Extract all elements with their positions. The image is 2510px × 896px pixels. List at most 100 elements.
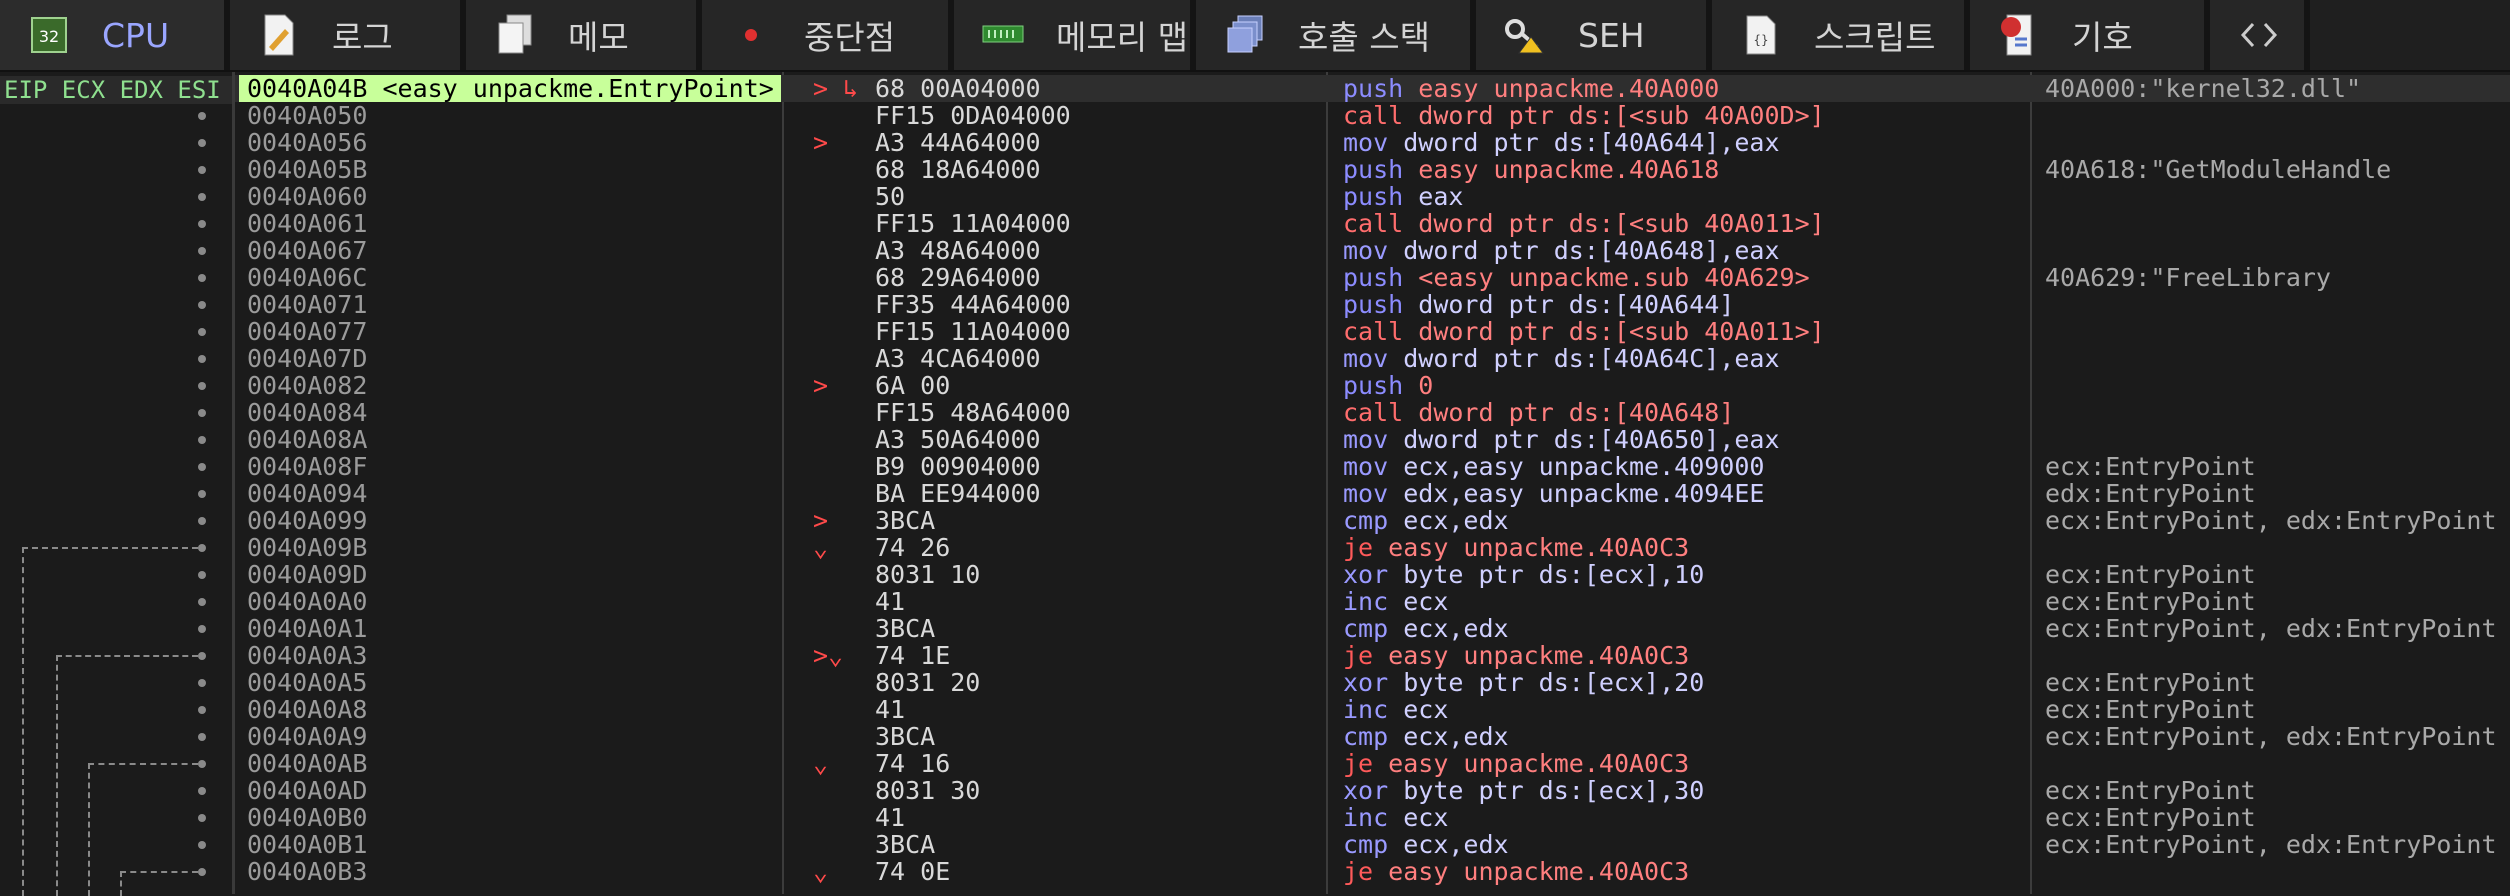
address-cell: 0040A061 [247, 210, 368, 237]
bp-gutter-dot[interactable] [198, 301, 206, 309]
bp-gutter-dot[interactable] [198, 571, 206, 579]
jump-line [120, 871, 198, 896]
disasm-row[interactable]: 0040A082 >6A 00 push 0 [235, 372, 2510, 399]
operands: dword ptr ds:[40A644],eax [1403, 129, 1780, 156]
bp-gutter-dot[interactable] [198, 409, 206, 417]
tab-breakpoint[interactable]: 중단점 [702, 0, 954, 70]
bp-gutter-dot[interactable] [198, 490, 206, 498]
bp-gutter-dot[interactable] [198, 544, 206, 552]
disasm-row[interactable]: 0040A0B3 ⌄ 74 0E je easy_unpackme.40A0C3 [235, 858, 2510, 885]
bp-gutter-dot[interactable] [198, 598, 206, 606]
disasm-row[interactable]: 0040A084 FF15 48A64000 call dword ptr ds:[… [235, 399, 2510, 426]
mnemonic: xor [1343, 669, 1389, 696]
tab-script[interactable]: {} 스크립트 [1712, 0, 1970, 70]
disasm-row[interactable]: 0040A08A A3 50A64000 mov dword ptr ds:[40A… [235, 426, 2510, 453]
disassembly-view[interactable]: EIP ECX EDX ESI 0040A04B <easy_unpackme.… [0, 72, 2510, 896]
disasm-row[interactable]: 0040A06C 68 29A64000 push <easy_unpackme.s… [235, 264, 2510, 291]
tab-label: 중단점 [804, 18, 896, 57]
bp-gutter-dot[interactable] [198, 112, 206, 120]
source-icon [2236, 12, 2282, 58]
bp-gutter-dot[interactable] [198, 517, 206, 525]
disasm-row[interactable]: 0040A077 FF15 11A04000 call dword ptr ds:[… [235, 318, 2510, 345]
disasm-row[interactable]: 0040A0A0 41 inc ecx ecx:EntryPoint [235, 588, 2510, 615]
disasm-row[interactable]: 0040A0AD 8031 30 xor byte ptr ds:[ecx],30 e… [235, 777, 2510, 804]
bp-gutter-dot[interactable] [198, 220, 206, 228]
disasm-row[interactable]: 0040A09B ⌄ 74 26 je easy_unpackme.40A0C3 [235, 534, 2510, 561]
disasm-row[interactable]: 0040A09D 8031 10 xor byte ptr ds:[ecx],10 e… [235, 561, 2510, 588]
bp-gutter-dot[interactable] [198, 652, 206, 660]
disasm-row[interactable]: 0040A061 FF15 11A04000 call dword ptr ds:[… [235, 210, 2510, 237]
bp-gutter-dot[interactable] [198, 355, 206, 363]
address-cell: 0040A084 [247, 399, 368, 426]
tab-log[interactable]: 로그 [230, 0, 466, 70]
tab-label: 기호 [2072, 18, 2133, 57]
tab-seh[interactable]: SEH [1476, 0, 1712, 70]
disasm-row[interactable]: 0040A067 A3 48A64000 mov dword ptr ds:[40A… [235, 237, 2510, 264]
bp-gutter-dot[interactable] [198, 139, 206, 147]
mnemonic: je [1343, 642, 1374, 669]
address-cell: 0040A0AB [247, 750, 368, 777]
operands: dword ptr ds:[40A64C],eax [1403, 345, 1780, 372]
operands: 0 [1418, 372, 1434, 399]
disasm-row[interactable]: 0040A099 >3BCA cmp ecx,edx ecx:EntryPoint, … [235, 507, 2510, 534]
bp-gutter-dot[interactable] [198, 166, 206, 174]
tab-call-stack[interactable]: 호출 스택 [1196, 0, 1476, 70]
disasm-row[interactable]: 0040A060 50 push eax [235, 183, 2510, 210]
bp-gutter-dot[interactable] [198, 193, 206, 201]
disasm-row[interactable]: 0040A0B0 41 inc ecx ecx:EntryPoint [235, 804, 2510, 831]
disasm-row[interactable]: 0040A0A9 3BCA cmp ecx,edx ecx:EntryPoint, e… [235, 723, 2510, 750]
tab-notes[interactable]: 메모 [466, 0, 702, 70]
address-cell: 0040A0A0 [247, 588, 368, 615]
operands: ecx [1403, 804, 1449, 831]
disasm-row[interactable]: 0040A08F B9 00904000 mov ecx,easy_unpackme… [235, 453, 2510, 480]
disasm-row[interactable]: 0040A094 BA EE944000 mov edx,easy_unpackme… [235, 480, 2510, 507]
address-cell: 0040A08A [247, 426, 368, 453]
bp-gutter-dot[interactable] [198, 463, 206, 471]
disasm-row[interactable]: 0040A07D A3 4CA64000 mov dword ptr ds:[40A… [235, 345, 2510, 372]
disasm-row[interactable]: 0040A0A5 8031 20 xor byte ptr ds:[ecx],20 e… [235, 669, 2510, 696]
disasm-row[interactable]: 0040A071 FF35 44A64000 push dword ptr ds:[… [235, 291, 2510, 318]
tab-symbols[interactable]: 기호 [1970, 0, 2210, 70]
svg-text:32: 32 [39, 27, 59, 46]
bp-gutter-dot[interactable] [198, 436, 206, 444]
bp-gutter-dot[interactable] [198, 868, 206, 876]
bp-gutter-dot[interactable] [198, 760, 206, 768]
bp-gutter-dot[interactable] [198, 328, 206, 336]
bp-gutter-dot[interactable] [198, 706, 206, 714]
mnemonic: cmp [1343, 507, 1389, 534]
comment-cell: 40A618:"GetModuleHandle [2045, 156, 2392, 183]
mnemonic: cmp [1343, 831, 1389, 858]
bp-gutter-dot[interactable] [198, 274, 206, 282]
bp-gutter-dot[interactable] [198, 382, 206, 390]
disasm-row[interactable]: 0040A05B 68 18A64000 push easy_unpackme.40… [235, 156, 2510, 183]
operands: easy_unpackme.40A0C3 [1388, 642, 1690, 669]
mnemonic: je [1343, 534, 1374, 561]
disasm-row[interactable]: 0040A0AB ⌄ 74 16 je easy_unpackme.40A0C3 [235, 750, 2510, 777]
bp-gutter-dot[interactable] [198, 679, 206, 687]
address-cell: 0040A099 [247, 507, 368, 534]
tab-source[interactable]: <> 소 [2210, 0, 2310, 70]
mnemonic: inc [1343, 804, 1389, 831]
bp-gutter-dot[interactable] [198, 733, 206, 741]
jump-arrow: > [813, 506, 829, 535]
register-header-label: EIP ECX EDX ESI [4, 76, 221, 104]
bp-gutter-dot[interactable] [198, 247, 206, 255]
disasm-row[interactable]: 0040A050 FF15 0DA04000 call dword ptr ds:[… [235, 102, 2510, 129]
disasm-row[interactable]: 0040A0A8 41 inc ecx ecx:EntryPoint [235, 696, 2510, 723]
bp-gutter-dot[interactable] [198, 625, 206, 633]
bp-gutter-dot[interactable] [198, 841, 206, 849]
operands: ecx [1403, 696, 1449, 723]
address-cell: 0040A071 [247, 291, 368, 318]
register-header: EIP ECX EDX ESI [0, 76, 232, 104]
tab-memory-map[interactable]: 메모리 맵 [954, 0, 1196, 70]
disasm-row[interactable]: 0040A056 > A3 44A64000 mov dword ptr ds:[40… [235, 129, 2510, 156]
bp-gutter-dot[interactable] [198, 814, 206, 822]
instruction-cell: mov dword ptr ds:[40A650],eax [1343, 426, 2253, 453]
disasm-row[interactable]: 0040A0A1 3BCA cmp ecx,edx ecx:EntryPoint, e… [235, 615, 2510, 642]
disasm-row[interactable]: 0040A0B1 3BCA cmp ecx,edx ecx:EntryPoint, e… [235, 831, 2510, 858]
tab-cpu[interactable]: 32 CPU [0, 0, 230, 70]
mnemonic: inc [1343, 588, 1389, 615]
disasm-row[interactable]: 0040A04B <easy_unpackme.EntryPoint> > ↳ 68… [235, 75, 2510, 102]
disasm-row[interactable]: 0040A0A3 >⌄ 74 1E je easy_unpackme.40A0C3 [235, 642, 2510, 669]
bp-gutter-dot[interactable] [198, 787, 206, 795]
